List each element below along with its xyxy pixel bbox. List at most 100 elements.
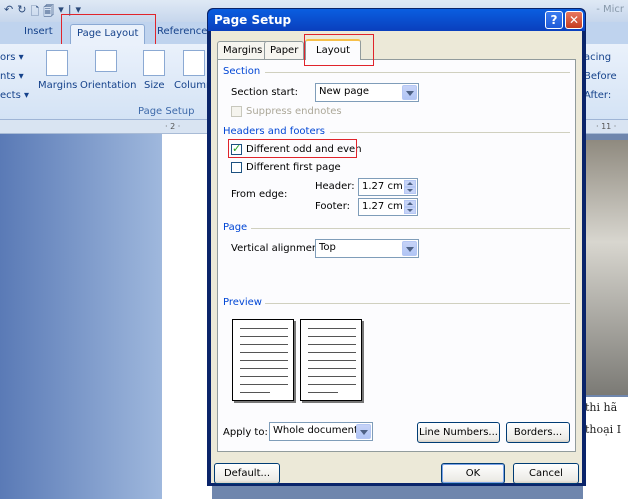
headers-footers-divider	[330, 132, 570, 133]
preview-line	[240, 344, 288, 345]
spin-down-icon[interactable]	[404, 187, 416, 194]
vertical-alignment-select[interactable]: Top	[315, 239, 419, 258]
preview-line	[308, 336, 356, 337]
new-document-icon[interactable]: 🗋	[30, 3, 39, 22]
suppress-endnotes-label: Suppress endnotes	[246, 106, 342, 117]
different-first-page-checkbox[interactable]	[231, 162, 242, 173]
app-title: - Micr	[596, 4, 624, 15]
document-text-line: thi hã	[585, 401, 618, 414]
size-icon[interactable]	[143, 50, 165, 76]
preview-page-odd	[232, 319, 294, 401]
preview-heading: Preview	[223, 297, 262, 308]
section-start-value: New page	[319, 86, 369, 97]
margins-icon[interactable]	[46, 50, 68, 76]
preview-line	[240, 360, 288, 361]
section-heading: Section	[223, 66, 261, 77]
undo-icon[interactable]: ↶	[4, 3, 13, 22]
ruler-mark-right: · 11 ·	[596, 122, 617, 131]
layout-panel: Section Section start: New page Suppress…	[217, 59, 576, 452]
page-setup-dialog: Page Setup ? ✕ Margins Paper Layout Sect…	[207, 8, 586, 486]
preview-line	[308, 352, 356, 353]
preview-line	[308, 328, 356, 329]
dialog-titlebar[interactable]: Page Setup ? ✕	[208, 9, 585, 31]
default-button[interactable]: Default...	[214, 463, 280, 484]
chevron-down-icon[interactable]	[402, 85, 417, 100]
document-text[interactable]: thi hã thoại I	[583, 397, 628, 499]
page-divider	[251, 228, 570, 229]
spacing-before[interactable]: Before	[584, 67, 617, 86]
section-start-label: Section start:	[231, 87, 298, 98]
footer-distance-input[interactable]: 1.27 cm	[358, 198, 418, 216]
theme-colors-item[interactable]: ors ▾	[0, 48, 29, 67]
vertical-alignment-value: Top	[319, 242, 336, 253]
preview-page-even	[300, 319, 362, 401]
document-icon[interactable]: 🗐	[43, 3, 54, 22]
redo-icon[interactable]: ↻	[17, 3, 26, 22]
preview-line	[308, 376, 356, 377]
close-button[interactable]: ✕	[565, 11, 583, 29]
chevron-down-icon[interactable]	[402, 241, 417, 256]
tab-references[interactable]: References	[157, 26, 213, 37]
apply-to-select[interactable]: Whole document	[269, 422, 373, 441]
preview-line	[240, 336, 288, 337]
tab-insert[interactable]: Insert	[24, 26, 53, 37]
spin-up-icon[interactable]	[404, 200, 416, 207]
preview-line	[240, 384, 288, 385]
apply-to-label: Apply to:	[223, 427, 268, 438]
columns-icon[interactable]	[183, 50, 205, 76]
theme-effects-item[interactable]: ects ▾	[0, 86, 29, 105]
header-distance-value: 1.27 cm	[362, 181, 403, 192]
page-left-margin	[0, 134, 162, 499]
document-image	[580, 140, 628, 395]
preview-line	[308, 392, 338, 393]
document-text-line: thoại I	[585, 423, 622, 436]
ok-button[interactable]: OK	[441, 463, 505, 484]
tab-paper[interactable]: Paper	[264, 41, 305, 59]
dialog-body: Margins Paper Layout Section Section sta…	[211, 31, 582, 484]
section-start-select[interactable]: New page	[315, 83, 419, 102]
ruler-mark-left: · 2 ·	[165, 122, 181, 131]
layout-tab-highlight	[304, 34, 374, 66]
from-edge-label: From edge:	[231, 189, 288, 200]
document-page[interactable]	[162, 134, 212, 499]
margins-button[interactable]: Margins	[38, 80, 77, 91]
spacing-group: acing Before After:	[584, 48, 617, 105]
spin-up-icon[interactable]	[404, 180, 416, 187]
preview-line	[240, 328, 288, 329]
preview-line	[308, 344, 356, 345]
preview-line	[240, 352, 288, 353]
odd-even-highlight	[228, 139, 357, 158]
spin-down-icon[interactable]	[404, 207, 416, 214]
theme-group: ors ▾ nts ▾ ects ▾	[0, 48, 29, 105]
tab-margins[interactable]: Margins	[217, 41, 269, 59]
preview-line	[308, 384, 356, 385]
preview-line	[240, 392, 270, 393]
size-button[interactable]: Size	[144, 80, 165, 91]
section-divider	[265, 72, 570, 73]
spacing-label: acing	[584, 52, 612, 63]
preview-line	[308, 368, 356, 369]
different-first-page-label[interactable]: Different first page	[246, 162, 341, 173]
header-distance-input[interactable]: 1.27 cm	[358, 178, 418, 196]
theme-fonts-item[interactable]: nts ▾	[0, 67, 29, 86]
apply-to-value: Whole document	[273, 425, 358, 436]
line-numbers-button[interactable]: Line Numbers...	[417, 422, 500, 443]
chevron-down-icon[interactable]	[356, 424, 371, 439]
suppress-endnotes-checkbox	[231, 106, 242, 117]
headers-footers-heading: Headers and footers	[223, 126, 325, 137]
preview-line	[240, 376, 288, 377]
preview-divider	[265, 303, 570, 304]
spacing-after[interactable]: After:	[584, 86, 617, 105]
header-label: Header:	[315, 181, 355, 192]
orientation-icon[interactable]	[95, 50, 117, 72]
help-button[interactable]: ?	[545, 11, 563, 29]
preview-line	[308, 360, 356, 361]
footer-distance-value: 1.27 cm	[362, 201, 403, 212]
orientation-button[interactable]: Orientation	[80, 80, 136, 91]
preview-line	[240, 368, 288, 369]
page-setup-group-label: Page Setup	[138, 106, 195, 117]
cancel-button[interactable]: Cancel	[513, 463, 579, 484]
dialog-title: Page Setup	[214, 13, 292, 27]
footer-label: Footer:	[315, 201, 351, 212]
borders-button[interactable]: Borders...	[506, 422, 570, 443]
